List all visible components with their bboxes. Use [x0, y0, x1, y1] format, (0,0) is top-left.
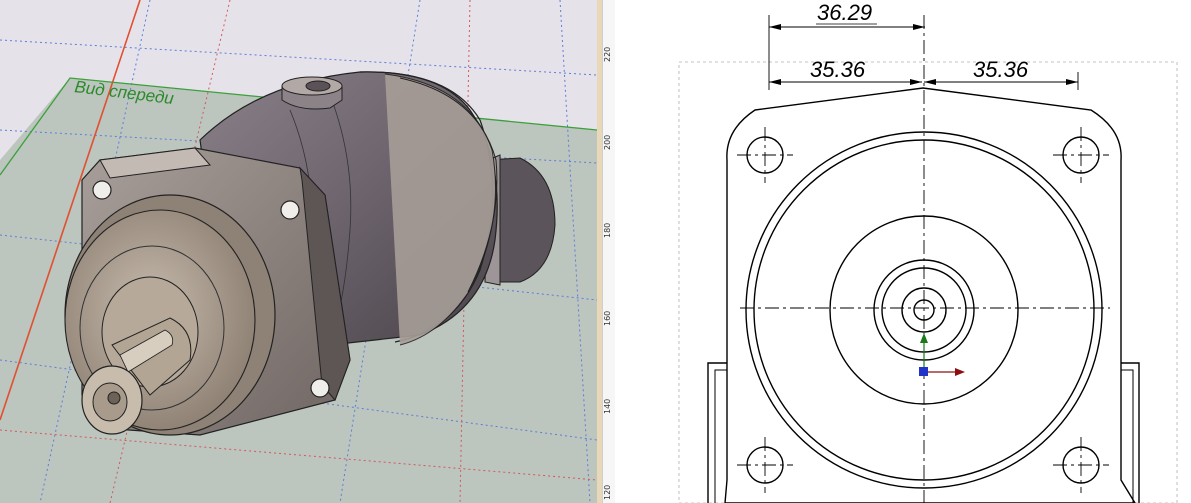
view-frame — [678, 61, 1178, 503]
ruler-tick-label: 180 — [603, 222, 612, 238]
flange-outline — [707, 87, 1140, 503]
dimension-left[interactable]: 35.36 — [769, 57, 922, 85]
dimension-right[interactable]: 35.36 — [924, 57, 1079, 90]
origin-marker[interactable] — [919, 333, 965, 376]
drawing-canvas[interactable]: 36.29 35.36 35.36 — [615, 0, 1191, 503]
dimension-left-text[interactable]: 35.36 — [810, 57, 866, 82]
dimension-right-text[interactable]: 35.36 — [973, 57, 1029, 82]
viewport-3d[interactable]: Вид спереди — [0, 0, 597, 503]
vertical-ruler: 220 200 180 160 140 120 — [602, 0, 616, 503]
ruler-tick-label: 200 — [603, 134, 612, 150]
ruler-tick-label: 120 — [603, 484, 612, 500]
ruler-tick-label: 140 — [603, 398, 612, 414]
ruler-tick-label: 220 — [603, 46, 612, 62]
ruler-tick-label: 160 — [603, 310, 612, 326]
dimension-total-text[interactable]: 36.29 — [817, 0, 872, 25]
hole-circles — [746, 136, 1100, 484]
